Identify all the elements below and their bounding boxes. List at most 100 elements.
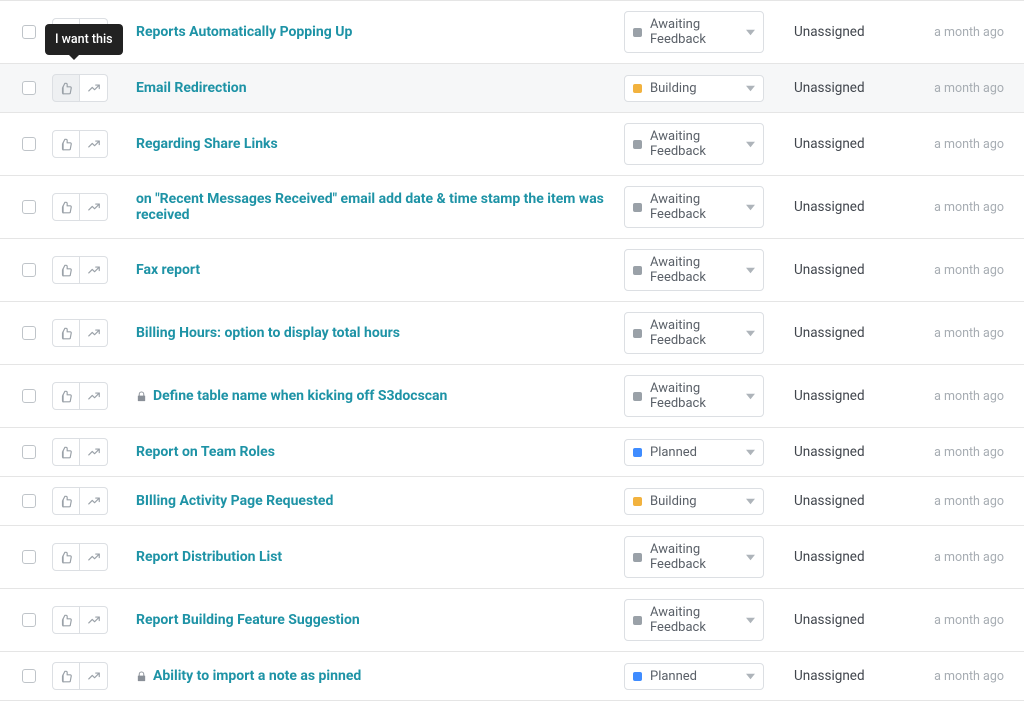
- chevron-down-icon: [746, 137, 755, 152]
- trend-icon[interactable]: [80, 193, 108, 221]
- trend-icon[interactable]: [80, 487, 108, 515]
- trend-icon[interactable]: [80, 438, 108, 466]
- row-checkbox[interactable]: [22, 613, 36, 627]
- status-dropdown[interactable]: Awaiting Feedback: [624, 249, 764, 291]
- assignee-cell[interactable]: Unassigned: [794, 549, 914, 565]
- status-dropdown[interactable]: Planned: [624, 439, 764, 466]
- status-dot: [633, 266, 642, 275]
- item-title-link[interactable]: Billing Hours: option to display total h…: [136, 325, 400, 341]
- chevron-down-icon: [746, 389, 755, 404]
- time-cell: a month ago: [914, 326, 1004, 341]
- time-cell: a month ago: [914, 389, 1004, 404]
- time-cell: a month ago: [914, 445, 1004, 460]
- trend-icon[interactable]: [80, 130, 108, 158]
- row-checkbox[interactable]: [22, 326, 36, 340]
- status-label: Awaiting Feedback: [650, 605, 755, 635]
- thumbs-up-icon[interactable]: [52, 382, 80, 410]
- trend-icon[interactable]: [80, 74, 108, 102]
- row-checkbox[interactable]: [22, 263, 36, 277]
- status-dot: [633, 203, 642, 212]
- item-title-link[interactable]: BIlling Activity Page Requested: [136, 493, 333, 509]
- trend-icon[interactable]: [80, 319, 108, 347]
- row-checkbox[interactable]: [22, 550, 36, 564]
- assignee-cell[interactable]: Unassigned: [794, 199, 914, 215]
- status-dropdown[interactable]: Awaiting Feedback: [624, 599, 764, 641]
- trend-icon[interactable]: [80, 543, 108, 571]
- chevron-down-icon: [746, 81, 755, 96]
- thumbs-up-icon[interactable]: [52, 193, 80, 221]
- row-checkbox[interactable]: [22, 81, 36, 95]
- trend-icon[interactable]: [80, 256, 108, 284]
- item-title-link[interactable]: Reports Automatically Popping Up: [136, 24, 352, 40]
- status-dropdown[interactable]: Building: [624, 75, 764, 102]
- time-cell: a month ago: [914, 263, 1004, 278]
- status-dropdown[interactable]: Awaiting Feedback: [624, 186, 764, 228]
- item-title-link[interactable]: Report Building Feature Suggestion: [136, 612, 360, 628]
- thumbs-up-icon[interactable]: [52, 319, 80, 347]
- status-label: Awaiting Feedback: [650, 542, 755, 572]
- time-cell: a month ago: [914, 669, 1004, 684]
- trend-icon[interactable]: [80, 382, 108, 410]
- row-checkbox[interactable]: [22, 137, 36, 151]
- status-dropdown[interactable]: Awaiting Feedback: [624, 123, 764, 165]
- table-row: Email RedirectionBuildingUnassigneda mon…: [0, 64, 1024, 113]
- row-checkbox[interactable]: [22, 445, 36, 459]
- table-row: Report Building Feature Suggestion Awaiti…: [0, 589, 1024, 652]
- assignee-cell[interactable]: Unassigned: [794, 24, 914, 40]
- thumbs-up-icon[interactable]: [52, 487, 80, 515]
- status-label: Awaiting Feedback: [650, 129, 755, 159]
- status-dropdown[interactable]: Building: [624, 488, 764, 515]
- table-row: Reports Automatically Popping Up Awaiting…: [0, 1, 1024, 64]
- item-title-link[interactable]: Regarding Share Links: [136, 136, 278, 152]
- chevron-down-icon: [746, 494, 755, 509]
- assignee-cell[interactable]: Unassigned: [794, 444, 914, 460]
- item-title-link[interactable]: Define table name when kicking off S3doc…: [153, 388, 447, 404]
- assignee-cell[interactable]: Unassigned: [794, 493, 914, 509]
- status-dropdown[interactable]: Awaiting Feedback: [624, 536, 764, 578]
- item-title-link[interactable]: Report on Team Roles: [136, 444, 275, 460]
- item-title-link[interactable]: Ability to import a note as pinned: [153, 668, 361, 684]
- table-row: Report Distribution List Awaiting Feedbac…: [0, 526, 1024, 589]
- time-cell: a month ago: [914, 137, 1004, 152]
- thumbs-up-icon[interactable]: [52, 662, 80, 690]
- row-checkbox[interactable]: [22, 669, 36, 683]
- trend-icon[interactable]: [80, 662, 108, 690]
- row-checkbox[interactable]: [22, 494, 36, 508]
- assignee-cell[interactable]: Unassigned: [794, 80, 914, 96]
- row-checkbox[interactable]: [22, 200, 36, 214]
- assignee-cell[interactable]: Unassigned: [794, 325, 914, 341]
- time-cell: a month ago: [914, 613, 1004, 628]
- time-cell: a month ago: [914, 550, 1004, 565]
- status-label: Awaiting Feedback: [650, 255, 755, 285]
- item-title-link[interactable]: Email Redirection: [136, 80, 247, 96]
- chevron-down-icon: [746, 263, 755, 278]
- thumbs-up-icon[interactable]: [52, 74, 80, 102]
- status-label: Planned: [650, 445, 697, 460]
- item-title-link[interactable]: on "Recent Messages Received" email add …: [136, 191, 624, 223]
- item-title-link[interactable]: Fax report: [136, 262, 200, 278]
- chevron-down-icon: [746, 550, 755, 565]
- assignee-cell[interactable]: Unassigned: [794, 388, 914, 404]
- thumbs-up-icon[interactable]: [52, 606, 80, 634]
- status-label: Awaiting Feedback: [650, 192, 755, 222]
- assignee-cell[interactable]: Unassigned: [794, 612, 914, 628]
- status-label: Awaiting Feedback: [650, 17, 755, 47]
- thumbs-up-icon[interactable]: [52, 130, 80, 158]
- status-dropdown[interactable]: Awaiting Feedback: [624, 375, 764, 417]
- status-dropdown[interactable]: Planned: [624, 663, 764, 690]
- status-dropdown[interactable]: Awaiting Feedback: [624, 312, 764, 354]
- status-dot: [633, 448, 642, 457]
- item-title-link[interactable]: Report Distribution List: [136, 549, 282, 565]
- status-dropdown[interactable]: Awaiting Feedback: [624, 11, 764, 53]
- chevron-down-icon: [746, 200, 755, 215]
- assignee-cell[interactable]: Unassigned: [794, 136, 914, 152]
- thumbs-up-icon[interactable]: [52, 543, 80, 571]
- thumbs-up-icon[interactable]: [52, 438, 80, 466]
- row-checkbox[interactable]: [22, 389, 36, 403]
- table-row: Define table name when kicking off S3doc…: [0, 365, 1024, 428]
- assignee-cell[interactable]: Unassigned: [794, 262, 914, 278]
- trend-icon[interactable]: [80, 606, 108, 634]
- row-checkbox[interactable]: [22, 25, 36, 39]
- thumbs-up-icon[interactable]: [52, 256, 80, 284]
- assignee-cell[interactable]: Unassigned: [794, 668, 914, 684]
